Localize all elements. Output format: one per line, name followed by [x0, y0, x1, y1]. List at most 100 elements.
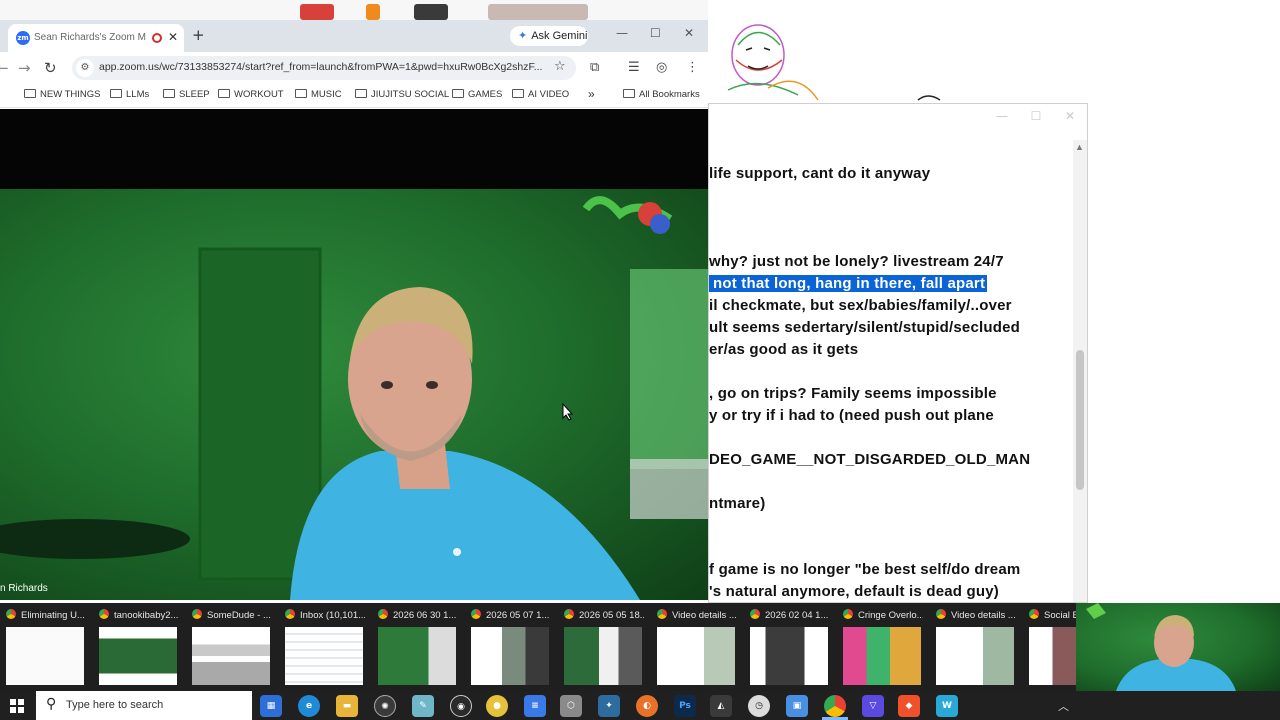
address-bar[interactable]: ⚙ app.zoom.us/wc/73133853274/start?ref_f…: [72, 56, 576, 80]
window-preview[interactable]: Eliminating U...: [0, 607, 86, 687]
bookmark-folder-sleep[interactable]: SLEEP: [163, 89, 210, 100]
file-explorer-icon[interactable]: ▬: [336, 695, 358, 717]
photoshop-icon[interactable]: Ps: [674, 695, 696, 717]
inkscape-icon[interactable]: ◭: [710, 695, 732, 717]
notes-maximize-button[interactable]: ☐: [1029, 109, 1043, 123]
game-app-icon[interactable]: ⬡: [560, 695, 582, 717]
chrome-icon: [285, 609, 295, 619]
bookmark-folder-jiujitsu-social[interactable]: JIUJITSU SOCIAL: [355, 89, 449, 100]
window-preview[interactable]: Video details ...: [930, 607, 1016, 687]
vlc-cone-icon: [366, 4, 380, 20]
preview-thumbnail: [750, 627, 828, 685]
notes-scrollbar[interactable]: ▲: [1073, 140, 1087, 602]
window-preview[interactable]: 2026 06 30 1...: [372, 607, 458, 687]
waterfox-icon[interactable]: W: [936, 695, 958, 717]
notes-minimize-button[interactable]: —: [995, 109, 1009, 123]
bookmark-label: GAMES: [468, 89, 503, 100]
notes-titlebar[interactable]: — ☐ ✕: [709, 104, 1087, 130]
window-preview[interactable]: SomeDude - ...: [186, 607, 272, 687]
lightbulb-app-icon[interactable]: ●: [486, 695, 508, 717]
url-text[interactable]: app.zoom.us/wc/73133853274/start?ref_fro…: [99, 61, 547, 73]
notepad-app-icon[interactable]: ✎: [412, 695, 434, 717]
notes-text-area[interactable]: life support, cant do it anyway why? jus…: [709, 160, 1075, 604]
zoom-meeting-area[interactable]: n Richards: [0, 109, 708, 600]
preview-title: 2026 05 05 18...: [564, 609, 644, 621]
preview-title: SomeDude - ...: [192, 609, 272, 621]
webcam-person: [1086, 603, 1236, 691]
media-control-icon[interactable]: ☰: [628, 60, 640, 75]
notes-scrollbar-thumb[interactable]: [1076, 350, 1084, 490]
chrome-icon: [564, 609, 574, 619]
bookmark-folder-llms[interactable]: LLMs: [110, 89, 149, 100]
reload-icon[interactable]: ↻: [44, 59, 57, 77]
taskbar-search-box[interactable]: ⚲ Type here to search: [36, 691, 252, 720]
preview-thumbnail: [192, 627, 270, 685]
preview-title-text: 2026 05 07 1...: [486, 610, 550, 621]
window-app-icon[interactable]: ▣: [786, 695, 808, 717]
vpn-app-icon[interactable]: ▽: [862, 695, 884, 717]
edge-icon[interactable]: e: [298, 695, 320, 717]
sketch-drawing: [708, 0, 1280, 103]
firefox-icon[interactable]: ◐: [636, 695, 658, 717]
brave-icon[interactable]: ◆: [898, 695, 920, 717]
all-bookmarks-folder[interactable]: All Bookmarks: [623, 89, 700, 100]
taskbar-preview-strip: Eliminating U... tanookibaby2... SomeDud…: [0, 603, 1280, 691]
preview-title: Video details ...: [657, 609, 737, 621]
system-tray-chevron-icon[interactable]: ︿: [1058, 698, 1069, 714]
tab-close-button[interactable]: ✕: [168, 30, 178, 44]
chrome-icon: [471, 609, 481, 619]
window-preview[interactable]: Social E: [1023, 607, 1076, 687]
preview-title-text: 2026 05 05 18...: [579, 610, 644, 621]
windows-start-button[interactable]: [10, 699, 24, 713]
preview-title: Eliminating U...: [6, 609, 86, 621]
network-app-icon[interactable]: ✦: [598, 695, 620, 717]
browser-close-button[interactable]: ✕: [684, 26, 694, 40]
preview-title-text: Eliminating U...: [21, 610, 85, 621]
browser-minimize-button[interactable]: —: [616, 26, 628, 40]
window-preview[interactable]: Cringe Overlo...: [837, 607, 923, 687]
preview-title-text: tanookibaby2...: [114, 610, 179, 621]
notes-close-button[interactable]: ✕: [1063, 109, 1077, 123]
preview-thumbnail: [936, 627, 1014, 685]
settings-app-icon[interactable]: ✺: [374, 695, 396, 717]
bookmark-folder-workout[interactable]: WORKOUT: [218, 89, 284, 100]
window-preview[interactable]: 2026 02 04 1...: [744, 607, 830, 687]
bookmark-star-icon[interactable]: ☆: [554, 59, 566, 74]
bookmark-folder-new-things[interactable]: NEW THINGS: [24, 89, 101, 100]
bookmark-folder-games[interactable]: GAMES: [452, 89, 502, 100]
obs-icon[interactable]: ◉: [450, 695, 472, 717]
site-info-icon[interactable]: ⚙: [76, 59, 94, 77]
tab-zoom-meeting[interactable]: zm Sean Richards's Zoom Meeti ✕: [8, 24, 184, 52]
webcam-overlay: [1076, 603, 1280, 691]
preview-thumbnail: [6, 627, 84, 685]
preview-title: Cringe Overlo...: [843, 609, 923, 621]
bookmark-folder-music[interactable]: MUSIC: [295, 89, 342, 100]
profile-avatar-icon[interactable]: ◎: [656, 60, 667, 75]
new-tab-button[interactable]: +: [192, 26, 205, 44]
forward-icon[interactable]: →: [18, 59, 31, 77]
notes-window[interactable]: — ☐ ✕ life support, cant do it anyway wh…: [708, 103, 1088, 603]
participant-video[interactable]: n Richards: [0, 189, 708, 600]
taskview-icon[interactable]: ▦: [260, 695, 282, 717]
chrome-taskbar-icon[interactable]: [824, 695, 846, 717]
browser-window[interactable]: zm Sean Richards's Zoom Meeti ✕ + ✦Ask G…: [0, 20, 708, 600]
menu-dots-icon[interactable]: ⋮: [686, 60, 699, 75]
preview-thumbnail: [1029, 627, 1076, 685]
bookmark-folder-ai-video[interactable]: AI VIDEO: [512, 89, 569, 100]
note-line: 's natural anymore, default is dead guy): [709, 583, 999, 600]
window-preview[interactable]: 2026 05 05 18...: [558, 607, 644, 687]
preview-title-text: Video details ...: [672, 610, 737, 621]
window-preview[interactable]: Inbox (10,101...: [279, 607, 365, 687]
extensions-icon[interactable]: ⧉: [590, 60, 599, 75]
clock-app-icon[interactable]: ◷: [748, 695, 770, 717]
window-preview[interactable]: 2026 05 07 1...: [465, 607, 551, 687]
docs-app-icon[interactable]: ≡: [524, 695, 546, 717]
window-preview[interactable]: Video details ...: [651, 607, 737, 687]
ask-gemini-button[interactable]: ✦ Ask Gemini: [510, 26, 588, 46]
back-icon[interactable]: ←: [0, 59, 9, 77]
window-preview[interactable]: tanookibaby2...: [93, 607, 179, 687]
scroll-up-arrow-icon[interactable]: ▲: [1075, 142, 1084, 152]
bookmarks-overflow-icon[interactable]: »: [588, 87, 595, 101]
folder-icon: [355, 89, 367, 98]
browser-maximize-button[interactable]: ☐: [650, 26, 661, 40]
